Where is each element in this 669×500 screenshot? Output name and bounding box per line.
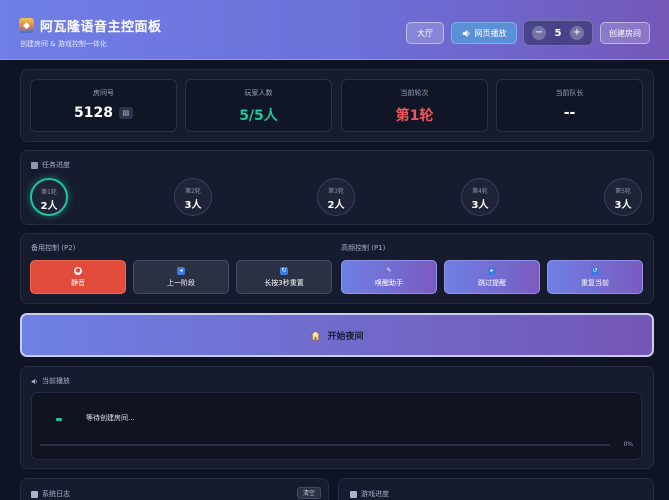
playback-progress-text: 0%	[623, 441, 633, 448]
skip-prompt-button[interactable]: ▸ 跳过提醒	[444, 260, 540, 294]
current-round-value: 第1轮	[395, 108, 434, 124]
room-number-label: 房间号	[93, 89, 114, 97]
repeat-current-button-label: 重复当前	[581, 279, 609, 287]
playback-label: 当前播放	[42, 377, 70, 385]
round-2: 第2轮 3人	[174, 178, 212, 216]
repeat-current-button[interactable]: ↺ 重复当前	[547, 260, 643, 294]
decrement-button[interactable]: −	[532, 26, 546, 40]
repeat-icon: ↺	[591, 267, 599, 275]
player-count-stepper: − 5 +	[523, 20, 593, 46]
lobby-button[interactable]: 大厅	[406, 22, 444, 44]
start-night-button[interactable]: 开始夜间	[20, 313, 654, 357]
log-icon	[31, 490, 38, 498]
title-row: ◆ 阿瓦隆语音主控面板	[19, 16, 162, 35]
round-2-count: 3人	[184, 200, 202, 211]
playing-indicator	[56, 418, 62, 421]
wake-helper-button-label: 唤醒助手	[375, 279, 403, 287]
previous-phase-button[interactable]: ◂ 上一阶段	[133, 260, 229, 294]
web-play-button[interactable]: 网页播放	[451, 22, 517, 44]
previous-icon: ◂	[177, 267, 185, 275]
player-count-display: 5/5人	[239, 108, 278, 124]
playback-display: 等待创建房间... 0%	[31, 392, 642, 460]
speaker-icon	[462, 29, 469, 37]
round-2-label: 第2轮	[185, 188, 201, 195]
mission-progress-label: 任务进度	[42, 161, 70, 169]
mute-button[interactable]: ● 静音	[30, 260, 126, 294]
round-5: 第5轮 3人	[604, 178, 642, 216]
progress-icon	[350, 490, 357, 498]
current-round-label: 当前轮次	[400, 89, 429, 97]
playback-status: 等待创建房间...	[86, 414, 135, 422]
reset-button[interactable]: ↻ 长按3秒重置	[236, 260, 332, 294]
system-log-header: 系统日志	[31, 489, 70, 499]
game-progress-label: 游戏进度	[361, 490, 389, 498]
playback-progress-bar	[40, 444, 610, 446]
copy-icon[interactable]: ▤	[118, 107, 133, 119]
speaker-icon	[31, 378, 37, 384]
web-play-button-label: 网页播放	[474, 28, 507, 38]
round-4-label: 第4轮	[472, 188, 488, 195]
round-3-label: 第3轮	[328, 188, 344, 195]
start-night-label: 开始夜间	[327, 331, 364, 342]
playback-header: 当前播放	[31, 376, 70, 386]
create-room-button[interactable]: 创建房间	[600, 22, 650, 44]
mute-button-label: 静音	[71, 279, 85, 287]
app-subtitle: 创建房间 & 游戏控制一体化	[20, 40, 107, 48]
round-1: 第1轮 2人	[30, 178, 68, 216]
round-1-label: 第1轮	[41, 189, 57, 196]
app-title: 阿瓦隆语音主控面板	[40, 20, 162, 35]
round-4-count: 3人	[471, 200, 489, 211]
game-progress-header: 游戏进度	[350, 489, 389, 499]
player-count-card: 玩家人数 5/5人	[185, 79, 332, 132]
previous-phase-button-label: 上一阶段	[167, 279, 195, 287]
round-3: 第3轮 2人	[317, 178, 355, 216]
backup-controls-label: 备用控制 (P2)	[31, 244, 76, 252]
header-bar: ◆ 阿瓦隆语音主控面板 创建房间 & 游戏控制一体化 大厅 网页播放 − 5 +…	[0, 0, 669, 60]
room-number-value: 5128	[74, 105, 113, 121]
wake-helper-button[interactable]: ✎ 唤醒助手	[341, 260, 437, 294]
chart-icon	[31, 161, 38, 169]
player-count-value: 5	[554, 27, 562, 39]
system-log-label: 系统日志	[42, 490, 70, 498]
current-round-card: 当前轮次 第1轮	[341, 79, 488, 132]
app-root: ◆ 阿瓦隆语音主控面板 创建房间 & 游戏控制一体化 大厅 网页播放 − 5 +…	[0, 0, 669, 500]
current-captain-label: 当前队长	[555, 89, 584, 97]
reset-icon: ↻	[280, 267, 288, 275]
clear-log-button[interactable]: 清空	[297, 487, 321, 499]
skip-icon: ▸	[488, 267, 496, 275]
room-number-card: 房间号 5128 ▤	[30, 79, 177, 132]
lobby-button-label: 大厅	[417, 28, 433, 38]
round-1-count: 2人	[40, 201, 58, 212]
round-4: 第4轮 3人	[461, 178, 499, 216]
house-icon	[310, 329, 322, 340]
reset-button-label: 长按3秒重置	[264, 279, 304, 287]
player-count-label: 玩家人数	[244, 89, 273, 97]
create-room-button-label: 创建房间	[609, 28, 641, 38]
mission-progress-header: 任务进度	[31, 160, 70, 170]
frequent-controls-label: 高频控制 (P1)	[341, 244, 386, 252]
skip-prompt-button-label: 跳过提醒	[478, 279, 506, 287]
round-3-count: 2人	[327, 200, 345, 211]
current-captain-card: 当前队长 --	[496, 79, 643, 132]
round-5-label: 第5轮	[615, 188, 631, 195]
mask-icon: ◆	[19, 18, 34, 33]
mute-icon: ●	[74, 267, 82, 275]
current-captain-value: --	[563, 105, 576, 121]
increment-button[interactable]: +	[570, 26, 584, 40]
microphone-icon: ✎	[386, 267, 392, 274]
round-5-count: 3人	[614, 200, 632, 211]
